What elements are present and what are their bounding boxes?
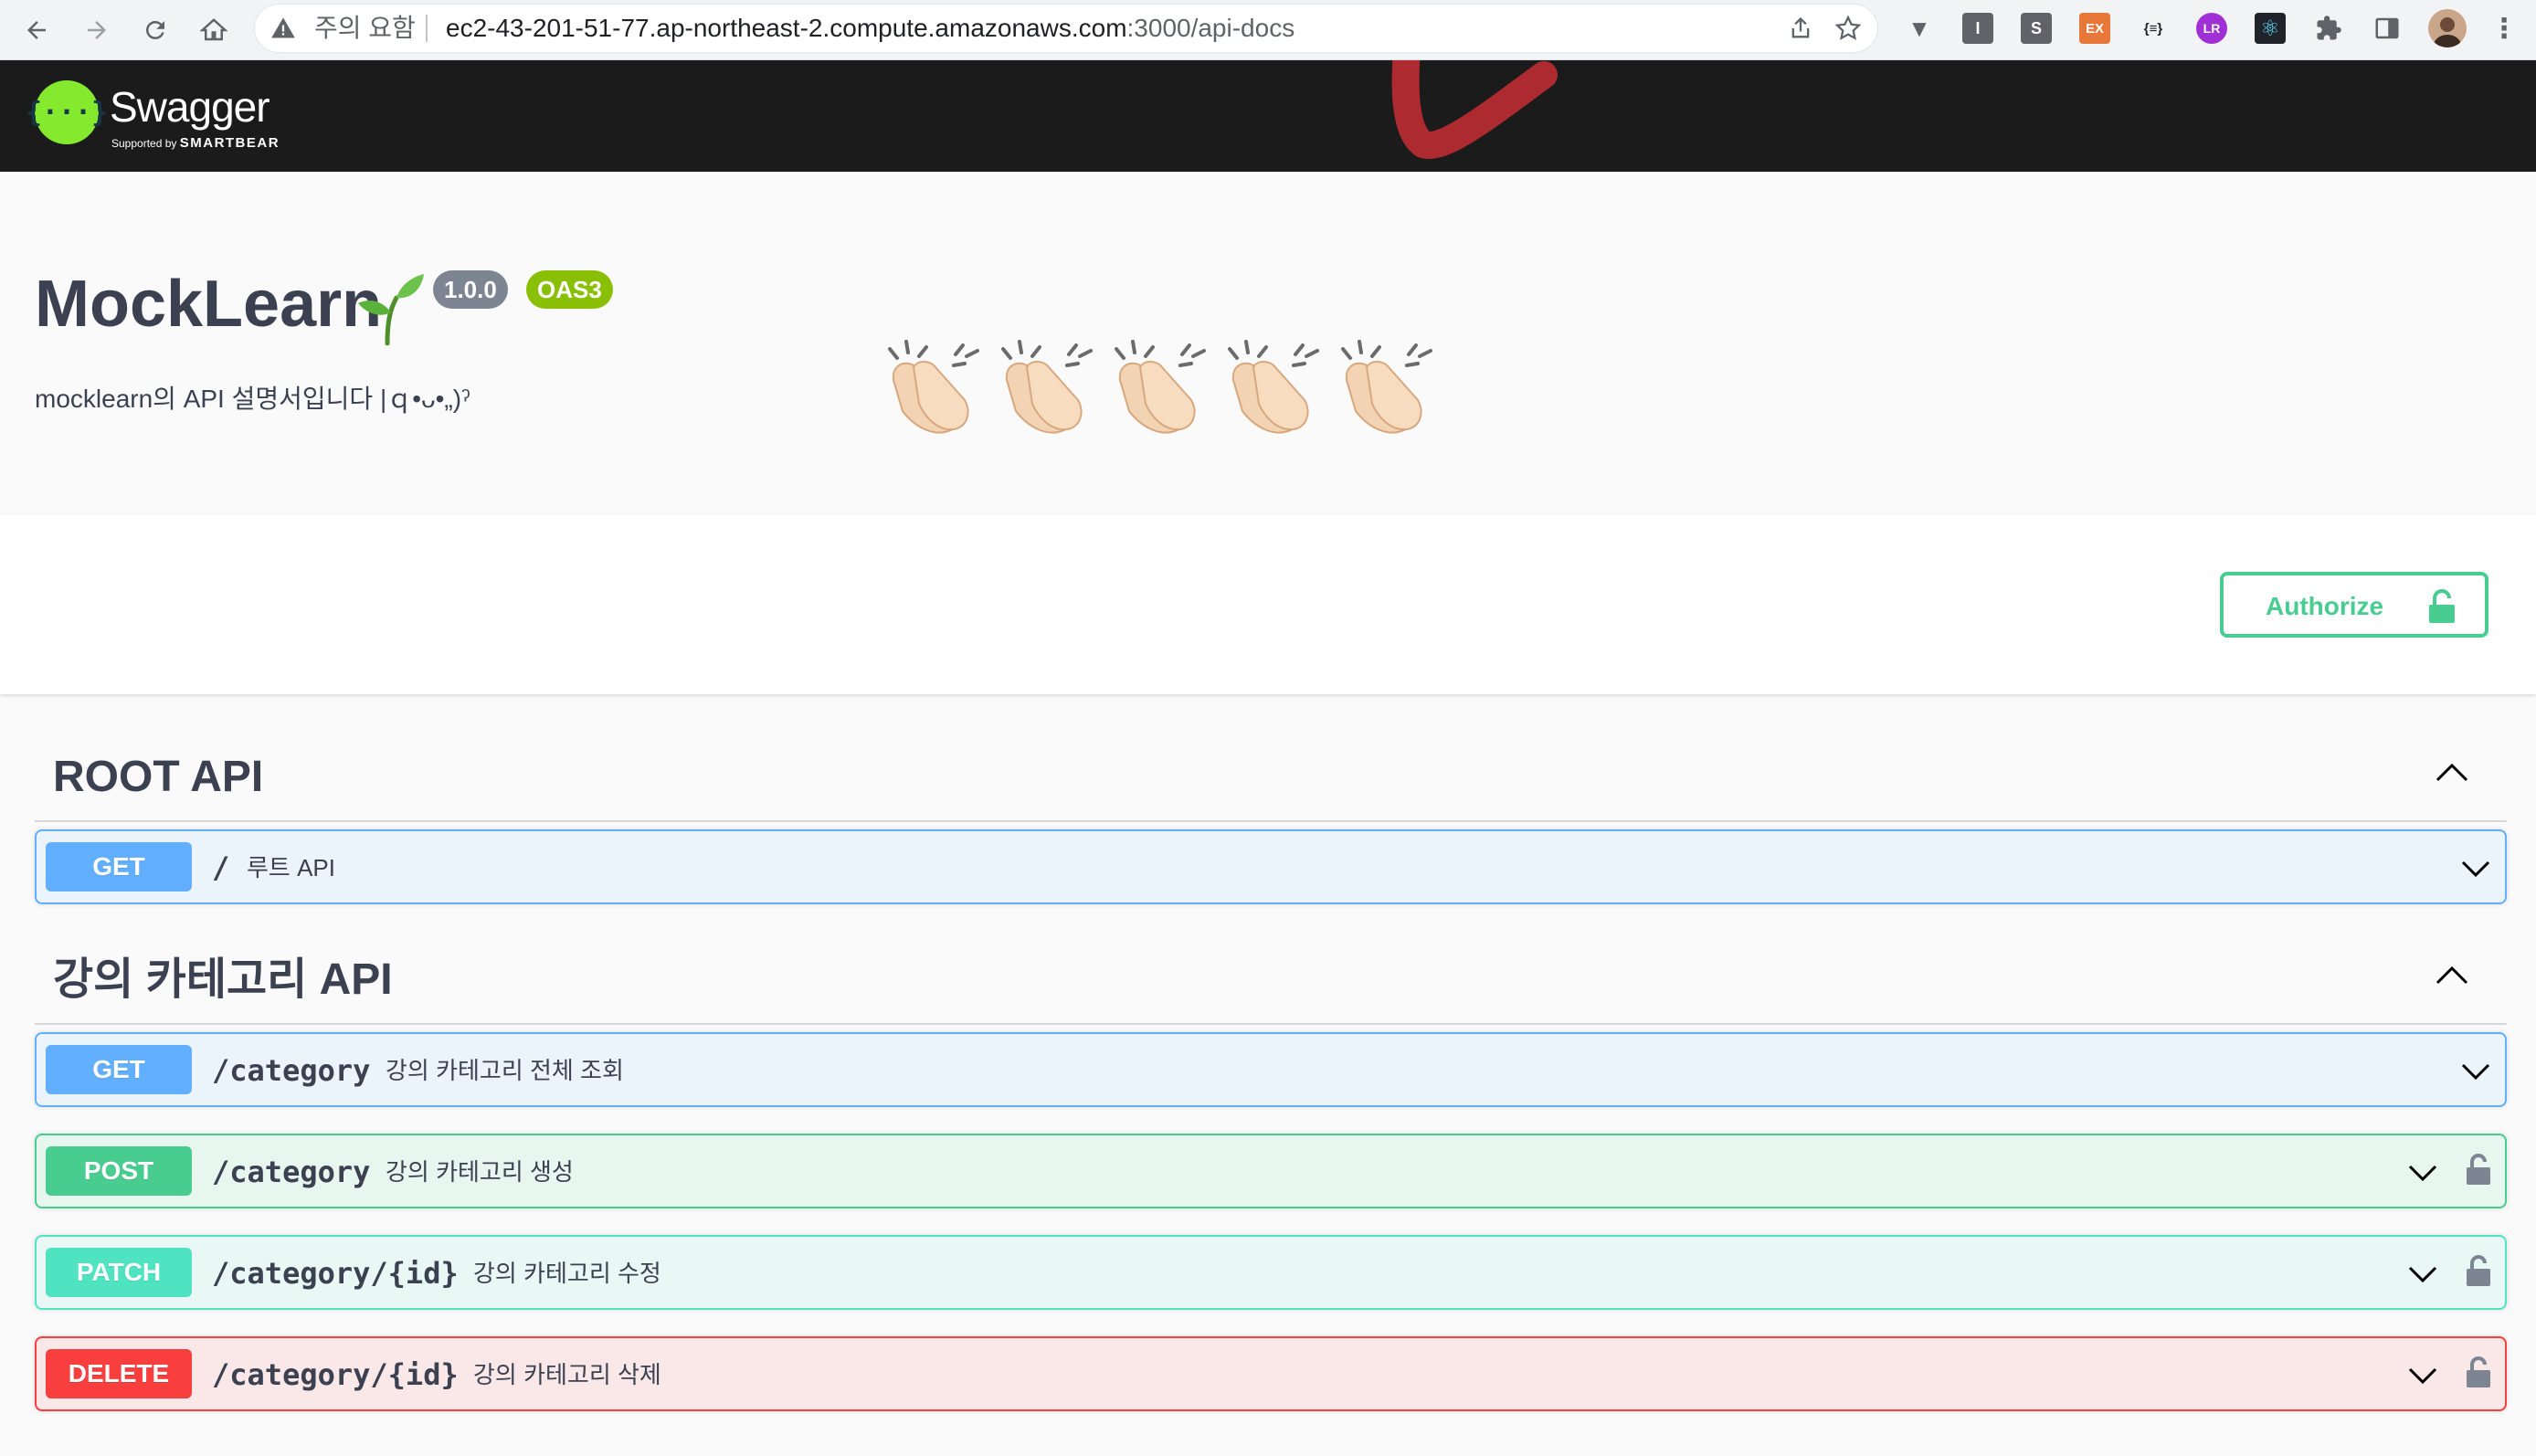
share-button[interactable] (1785, 13, 1816, 44)
forward-button[interactable] (75, 8, 119, 52)
api-title: MockLearn (35, 268, 383, 341)
swagger-logo-icon[interactable]: {···} (26, 80, 108, 144)
operation-get-root[interactable]: GET / 루트 API (35, 829, 2507, 904)
operation-path: /category/{id} (212, 1256, 459, 1291)
method-badge: GET (46, 1045, 192, 1094)
api-description: mocklearn의 API 설명서입니다 |ｑ•ᴗ•„)ˀ (35, 385, 470, 413)
address-separator (426, 15, 428, 42)
supported-by-text: Supported by SMARTBEAR (111, 135, 280, 151)
chevron-down-icon[interactable] (2459, 1058, 2492, 1085)
back-button[interactable] (15, 8, 58, 52)
url-text[interactable]: ec2-43-201-51-77.ap-northeast-2.compute.… (446, 13, 1294, 44)
vue-devtools-icon[interactable]: ▼ (1904, 13, 1935, 44)
operation-post-category[interactable]: POST /category 강의 카테고리 생성 (35, 1134, 2507, 1208)
chevron-down-icon[interactable] (2406, 1159, 2439, 1187)
star-icon (1834, 15, 1862, 40)
smartbear-label: SMARTBEAR (179, 135, 280, 151)
red-checkmark-icon (1391, 60, 1558, 159)
ex-extension-icon[interactable]: EX (2079, 13, 2110, 44)
swagger-logo-text[interactable]: Swagger (110, 84, 270, 130)
lock-icon[interactable] (2465, 1355, 2492, 1389)
clapping-hands-icon (888, 340, 1432, 435)
chevron-up-icon[interactable] (2434, 758, 2470, 786)
s-extension-icon[interactable]: S (2021, 13, 2052, 44)
profile-avatar[interactable] (2428, 9, 2467, 47)
reload-button[interactable] (133, 8, 177, 52)
tag-title: 강의 카테고리 API (53, 955, 393, 1004)
side-panel-icon[interactable] (2372, 13, 2403, 44)
warning-icon[interactable] (270, 16, 296, 41)
supported-by-label: Supported by (111, 137, 177, 150)
tag-root-api[interactable]: ROOT API (35, 722, 2507, 822)
chevron-down-icon[interactable] (2406, 1261, 2439, 1288)
chrome-menu-icon[interactable]: ⋮ (2488, 13, 2520, 44)
url-host: ec2-43-201-51-77.ap-northeast-2.compute.… (446, 14, 1127, 42)
operation-patch-category[interactable]: PATCH /category/{id} 강의 카테고리 수정 (35, 1235, 2507, 1310)
seedling-icon (358, 274, 424, 345)
swagger-topbar: {···} Swagger Supported by SMARTBEAR (0, 60, 2536, 172)
method-badge: PATCH (46, 1248, 192, 1297)
operation-summary: 강의 카테고리 생성 (386, 1158, 574, 1186)
oas-badge: OAS3 (526, 270, 613, 309)
method-badge: POST (46, 1146, 192, 1196)
forward-arrow-icon (88, 21, 106, 39)
operation-path: /category/{id} (212, 1357, 459, 1392)
operation-summary: 강의 카테고리 전체 조회 (386, 1057, 624, 1084)
operation-summary: 강의 카테고리 수정 (473, 1260, 661, 1287)
method-badge: GET (46, 842, 192, 892)
operation-summary: 강의 카테고리 삭제 (473, 1361, 661, 1388)
operation-path: /category (212, 1155, 371, 1189)
method-badge: DELETE (46, 1349, 192, 1398)
chevron-up-icon[interactable] (2434, 961, 2470, 988)
i-extension-icon[interactable]: I (1962, 13, 1993, 44)
api-info: MockLearn 1.0.0 OAS3 mocklearn의 API 설명서입… (0, 172, 2536, 515)
bookmark-button[interactable] (1833, 13, 1864, 44)
unlocked-lock-icon (2429, 589, 2455, 623)
tag-category-api[interactable]: 강의 카테고리 API (35, 924, 2507, 1025)
operation-summary: 루트 API (247, 854, 335, 881)
authorize-label: Authorize (2266, 592, 2384, 620)
version-badge: 1.0.0 (433, 270, 508, 309)
home-icon (200, 18, 227, 41)
lock-icon[interactable] (2465, 1253, 2492, 1288)
operation-get-category[interactable]: GET /category 강의 카테고리 전체 조회 (35, 1032, 2507, 1107)
extensions-puzzle-icon[interactable] (2313, 13, 2344, 44)
scheme-container: Authorize (0, 515, 2536, 694)
address-bar[interactable]: 주의 요함 ec2-43-201-51-77.ap-northeast-2.co… (254, 4, 1878, 53)
security-label[interactable]: 주의 요함 (314, 13, 416, 44)
tag-title: ROOT API (53, 753, 264, 801)
home-button[interactable] (192, 8, 236, 52)
react-devtools-icon[interactable]: ⚛ (2255, 13, 2286, 44)
operation-path: /category (212, 1053, 371, 1088)
reload-icon (145, 20, 164, 39)
authorize-button[interactable]: Authorize (2220, 572, 2488, 638)
json-viewer-icon[interactable]: {≡} (2138, 13, 2169, 44)
url-path: :3000/api-docs (1126, 14, 1295, 42)
share-icon (1791, 16, 1810, 38)
chevron-down-icon[interactable] (2406, 1362, 2439, 1389)
operation-delete-category[interactable]: DELETE /category/{id} 강의 카테고리 삭제 (35, 1336, 2507, 1411)
back-arrow-icon (27, 21, 46, 39)
operation-path: / (212, 850, 230, 885)
chevron-down-icon[interactable] (2459, 855, 2492, 882)
browser-toolbar: 주의 요함 ec2-43-201-51-77.ap-northeast-2.co… (0, 0, 2536, 60)
lock-icon[interactable] (2465, 1152, 2492, 1187)
lr-extension-icon[interactable]: LR (2196, 13, 2227, 44)
